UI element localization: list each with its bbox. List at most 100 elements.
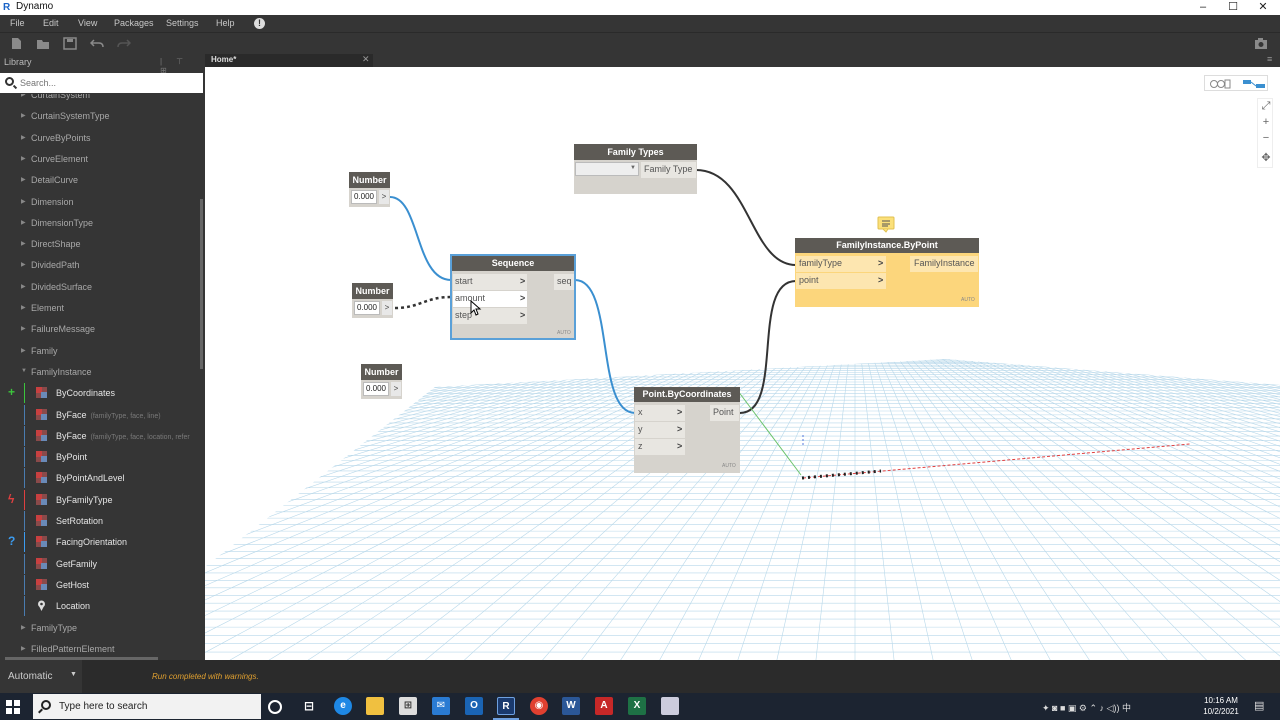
output-port-familyinstance[interactable]: FamilyInstance bbox=[910, 256, 978, 272]
library-category[interactable]: ▶ Dimension bbox=[0, 192, 200, 212]
chrome-icon[interactable]: ◉ bbox=[530, 697, 548, 715]
search-input[interactable] bbox=[20, 75, 198, 91]
output-port-family-type[interactable]: Family Type bbox=[641, 162, 696, 178]
menu-help[interactable]: Help bbox=[216, 18, 235, 28]
library-member[interactable]: ByPointAndLevel bbox=[0, 468, 200, 489]
taskbar-clock[interactable]: 10:16 AM 10/2/2021 bbox=[1196, 695, 1246, 717]
library-member[interactable]: GetHost bbox=[0, 574, 200, 595]
familyinstance-bypoint-node[interactable]: FamilyInstance.ByPoint familyType > poin… bbox=[795, 238, 979, 307]
chevron-right-icon[interactable]: ▶ bbox=[21, 155, 26, 162]
library-member[interactable]: ByFace (familyType, face, location, refer bbox=[0, 425, 200, 446]
library-member[interactable]: ByPoint bbox=[0, 447, 200, 468]
input-port-z[interactable]: z > bbox=[635, 439, 685, 455]
warning-bubble-icon[interactable] bbox=[877, 216, 895, 233]
point-by-coordinates-node[interactable]: Point.ByCoordinates x > y > z > Point AU… bbox=[634, 387, 740, 473]
output-port-seq[interactable]: seq bbox=[554, 274, 574, 290]
family-type-dropdown[interactable]: ▼ bbox=[575, 162, 639, 176]
edge-icon[interactable]: e bbox=[334, 697, 352, 715]
library-category[interactable]: ▶ DimensionType bbox=[0, 213, 200, 233]
zoom-in-icon[interactable]: + bbox=[1258, 116, 1274, 128]
chevron-right-icon[interactable]: ▶ bbox=[21, 219, 26, 226]
zoom-fit-icon[interactable]: ⤢ bbox=[1258, 100, 1274, 113]
excel-icon[interactable]: X bbox=[628, 697, 646, 715]
library-category[interactable]: ▶ CurveByPoints bbox=[0, 128, 200, 148]
library-member[interactable]: GetFamily bbox=[0, 553, 200, 574]
chevron-right-icon[interactable]: ▶ bbox=[21, 240, 26, 247]
store-icon[interactable]: ⊞ bbox=[399, 697, 417, 715]
run-mode-dropdown[interactable]: Automatic ▼ bbox=[0, 660, 82, 693]
input-port-step[interactable]: step > bbox=[453, 308, 527, 324]
input-port-y[interactable]: y > bbox=[635, 422, 685, 438]
geometry-view-icon[interactable] bbox=[1209, 79, 1231, 89]
menu-icon[interactable]: ≡ bbox=[1267, 54, 1272, 64]
chevron-right-icon[interactable]: ▶ bbox=[21, 304, 26, 311]
library-member[interactable]: + ByCoordinates bbox=[0, 383, 200, 404]
output-port[interactable]: > bbox=[391, 382, 401, 396]
menu-edit[interactable]: Edit bbox=[43, 18, 59, 28]
menu-view[interactable]: View bbox=[78, 18, 97, 28]
maximize-button[interactable]: ☐ bbox=[1218, 0, 1248, 15]
library-member[interactable]: SetRotation bbox=[0, 511, 200, 531]
number-input[interactable]: 0.000 bbox=[363, 382, 389, 396]
number-node[interactable]: Number 0.000 > bbox=[361, 364, 402, 399]
mail-icon[interactable]: ✉ bbox=[432, 697, 450, 715]
minimize-button[interactable]: – bbox=[1188, 0, 1218, 15]
chevron-right-icon[interactable]: ▶ bbox=[21, 198, 26, 205]
input-port-familytype[interactable]: familyType > bbox=[796, 256, 886, 272]
undo-icon[interactable] bbox=[90, 37, 104, 50]
library-category[interactable]: ▶ Family bbox=[0, 341, 200, 361]
info-icon[interactable]: ! bbox=[254, 18, 265, 29]
file-explorer-icon[interactable] bbox=[366, 697, 384, 715]
number-input[interactable]: 0.000 bbox=[354, 301, 380, 315]
library-category[interactable]: ▶ CurtainSystemType bbox=[0, 106, 200, 126]
library-category[interactable]: ▶ DetailCurve bbox=[0, 170, 200, 190]
revit-icon[interactable]: R bbox=[497, 697, 515, 715]
input-port-start[interactable]: start > bbox=[453, 274, 527, 290]
output-port-point[interactable]: Point bbox=[710, 405, 739, 421]
library-category[interactable]: ▶ DirectShape bbox=[0, 234, 200, 254]
menu-settings[interactable]: Settings bbox=[166, 18, 199, 28]
library-category[interactable]: ▶ DividedSurface bbox=[0, 277, 200, 297]
menu-packages[interactable]: Packages bbox=[114, 18, 154, 28]
word-icon[interactable]: W bbox=[562, 697, 580, 715]
outlook-icon[interactable]: O bbox=[465, 697, 483, 715]
input-port-x[interactable]: x > bbox=[635, 405, 685, 421]
pan-icon[interactable]: ✥ bbox=[1258, 151, 1274, 164]
library-category[interactable]: ▶ FamilyType bbox=[0, 618, 200, 638]
graph-canvas[interactable]: ⤢ + − ✥ Number 0.000 > Number 0.000 > Nu… bbox=[205, 67, 1280, 660]
camera-icon[interactable] bbox=[1254, 37, 1268, 50]
number-node[interactable]: Number 0.000 > bbox=[352, 283, 393, 318]
sequence-node[interactable]: Sequence start > amount > step > seq AUT… bbox=[450, 254, 576, 340]
dynamo-icon[interactable] bbox=[661, 697, 679, 715]
library-category[interactable]: ▼ FamilyInstance bbox=[0, 362, 200, 382]
library-member[interactable]: ? FacingOrientation bbox=[0, 532, 200, 553]
task-view-icon[interactable]: ⊟ bbox=[300, 697, 318, 715]
chevron-down-icon[interactable]: ▼ bbox=[21, 368, 27, 374]
output-port[interactable]: > bbox=[382, 301, 392, 315]
cortana-icon[interactable] bbox=[268, 700, 282, 714]
library-category[interactable]: ▶ Element bbox=[0, 298, 200, 318]
library-member[interactable]: ByFace (familyType, face, line) bbox=[0, 404, 200, 425]
close-button[interactable]: ✕ bbox=[1248, 0, 1278, 15]
chevron-right-icon[interactable]: ▶ bbox=[21, 283, 26, 290]
close-icon[interactable]: ✕ bbox=[362, 54, 370, 65]
chevron-right-icon[interactable]: ▶ bbox=[21, 347, 26, 354]
redo-icon[interactable] bbox=[117, 37, 131, 50]
family-types-node[interactable]: Family Types ▼ Family Type bbox=[574, 144, 697, 194]
chevron-right-icon[interactable]: ▶ bbox=[21, 94, 26, 98]
library-category[interactable]: ▶ CurtainSystem bbox=[0, 94, 200, 105]
menu-file[interactable]: File bbox=[10, 18, 25, 28]
chevron-right-icon[interactable]: ▶ bbox=[21, 645, 26, 652]
input-port-amount[interactable]: amount > bbox=[453, 291, 527, 307]
chevron-right-icon[interactable]: ▶ bbox=[21, 261, 26, 268]
library-scrollbar[interactable] bbox=[200, 199, 203, 369]
notifications-icon[interactable]: ▤ bbox=[1254, 699, 1264, 712]
open-folder-icon[interactable] bbox=[36, 37, 50, 50]
library-category[interactable]: ▶ FailureMessage bbox=[0, 319, 200, 339]
taskbar-search[interactable]: Type here to search bbox=[33, 694, 261, 719]
number-node[interactable]: Number 0.000 > bbox=[349, 172, 390, 207]
save-icon[interactable] bbox=[63, 37, 77, 50]
library-category[interactable]: ▶ CurveElement bbox=[0, 149, 200, 169]
zoom-out-icon[interactable]: − bbox=[1258, 132, 1274, 144]
chevron-right-icon[interactable]: ▶ bbox=[21, 325, 26, 332]
